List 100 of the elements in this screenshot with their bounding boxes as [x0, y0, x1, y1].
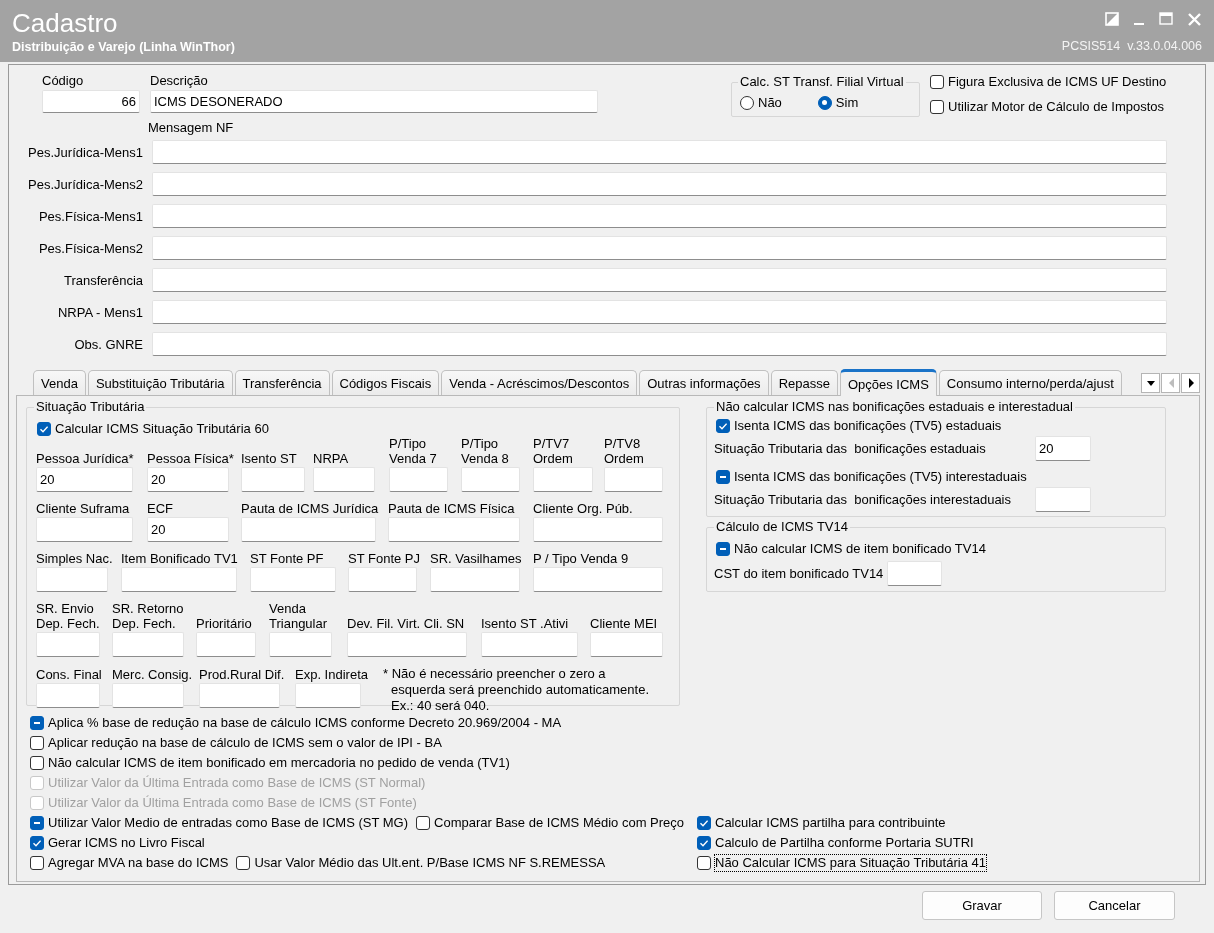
field-label: Dev. Fil. Virt. Cli. SN [347, 615, 465, 631]
text-field[interactable] [533, 566, 663, 592]
text-field[interactable]: 20 [147, 516, 229, 542]
close-icon[interactable] [1187, 11, 1202, 27]
text-field[interactable]: 20 [36, 466, 133, 492]
dialog-button[interactable]: Cancelar [1054, 891, 1175, 920]
checkbox[interactable]: Aplicar redução na base de cálculo de ICMS sem o valor de IPI - BA [30, 735, 442, 751]
text-field[interactable] [269, 631, 332, 657]
checkbox[interactable]: Isenta ICMS das bonificações (TV5) estaduais [716, 418, 1002, 434]
text-field[interactable] [152, 204, 1167, 228]
tab[interactable]: Opções ICMS [839, 369, 937, 396]
text-field[interactable] [388, 516, 520, 542]
radio-button[interactable]: Sim [817, 90, 859, 115]
text-field[interactable] [430, 566, 520, 592]
text-field[interactable] [112, 631, 184, 657]
tab[interactable]: Venda - Acréscimos/Descontos [441, 370, 638, 395]
tab[interactable]: Venda [33, 370, 86, 395]
text-field[interactable] [533, 466, 593, 492]
text-field[interactable]: 20 [147, 466, 229, 492]
field-label: Cliente Suframa [36, 500, 130, 516]
caret-down-icon [1145, 378, 1156, 388]
text-field[interactable] [348, 566, 417, 592]
text-field[interactable] [1035, 487, 1091, 512]
text-field[interactable] [152, 300, 1167, 324]
text-field[interactable] [295, 682, 361, 708]
checkbox[interactable]: Figura Exclusiva de ICMS UF Destino [930, 74, 1167, 90]
field-label: Pessoa Jurídica* [36, 450, 134, 466]
text-field[interactable] [152, 332, 1167, 356]
checkbox[interactable]: Isenta ICMS das bonificações (TV5) interestaduais [716, 469, 1027, 485]
field-label: Isento ST .Ativi [481, 615, 569, 631]
window-mode-icon[interactable] [1105, 12, 1119, 26]
field-label: P / Tipo Venda 9 [533, 550, 629, 566]
field-label: SR. Vasilhames [430, 550, 522, 566]
dialog-button[interactable]: Gravar [922, 891, 1042, 920]
checkbox[interactable]: Comparar Base de ICMS Médio com Preço [416, 815, 685, 831]
tab[interactable]: Consumo interno/perda/ajust [938, 370, 1122, 395]
window-subtitle: Distribuição e Varejo (Linha WinThor) [12, 40, 235, 54]
text-field[interactable] [36, 631, 100, 657]
text-field[interactable] [112, 682, 184, 708]
checkbox[interactable]: Calcular ICMS partilha para contribuinte [697, 815, 946, 831]
tab-list-button[interactable] [1141, 373, 1160, 393]
text-field[interactable] [250, 566, 336, 592]
text-field[interactable] [121, 566, 237, 592]
note-text: * Não é necessário preencher o zero a esquerda será preenchido automaticamente. Ex.: 40 será 040. [383, 665, 649, 714]
text-field[interactable] [347, 631, 467, 657]
text-field[interactable] [533, 516, 663, 542]
checkbox[interactable]: Utilizar Valor Medio de entradas como Base de ICMS (ST MG) [30, 815, 409, 831]
minus-icon [720, 476, 726, 478]
text-field[interactable] [604, 466, 663, 492]
text-field[interactable] [36, 516, 133, 542]
text-field[interactable] [461, 466, 520, 492]
text-field[interactable] [152, 140, 1167, 164]
text-field[interactable] [36, 566, 108, 592]
text-field[interactable] [241, 466, 305, 492]
tab[interactable]: Transferência [234, 370, 330, 395]
checkbox[interactable]: Usar Valor Médio das Ult.ent. P/Base ICMS NF S.REMESSA [236, 855, 606, 871]
field-label: Pes.Física-Mens2 [37, 240, 144, 256]
text-field[interactable] [481, 631, 578, 657]
group-title: Calc. ST Transf. Filial Virtual [739, 75, 905, 89]
checkbox[interactable]: Calculo de Partilha conforme Portaria SUTRI [697, 835, 974, 851]
checkbox[interactable]: Não Calcular ICMS para Situação Tributária 41 [697, 855, 986, 871]
checkmark-icon [40, 425, 48, 433]
checkbox[interactable]: Aplica % base de redução na base de cálculo ICMS conforme Decreto 20.969/2004 - MA [30, 715, 562, 731]
checkbox[interactable]: Não calcular ICMS de item bonificado TV14 [716, 541, 986, 557]
text-field[interactable] [152, 268, 1167, 292]
field-label: Pauta de ICMS Jurídica [241, 500, 379, 516]
text-field[interactable] [152, 236, 1167, 260]
field-label: Código [42, 73, 85, 88]
field-label: Pes.Jurídica-Mens2 [27, 176, 144, 192]
window-title: Cadastro [12, 8, 119, 38]
text-field[interactable] [241, 516, 376, 542]
text-field[interactable] [590, 631, 663, 657]
text-field[interactable]: ICMS DESONERADO [150, 90, 598, 113]
text-field[interactable] [152, 172, 1167, 196]
checkbox[interactable]: Agregar MVA na base do ICMS [30, 855, 229, 871]
text-field[interactable] [36, 682, 100, 708]
field-label: Isento ST [241, 450, 297, 466]
group-title: Cálculo de ICMS TV14 [715, 520, 849, 534]
field-label: Item Bonificado TV1 [121, 550, 238, 566]
maximize-icon[interactable] [1159, 12, 1173, 26]
checkbox[interactable]: Gerar ICMS no Livro Fiscal [30, 835, 205, 851]
tab[interactable]: Substituição Tributária [87, 370, 233, 395]
text-field[interactable]: 66 [42, 90, 140, 113]
tab[interactable]: Repasse [770, 370, 838, 395]
text-field[interactable] [199, 682, 280, 708]
section-label: Mensagem NF [148, 121, 235, 135]
checkbox[interactable]: Utilizar Motor de Cálculo de Impostos [930, 99, 1165, 115]
field-label: Situação Tributaria das bonificações interestaduais [714, 492, 1012, 507]
text-field[interactable]: 20 [1035, 436, 1091, 461]
tab[interactable]: Códigos Fiscais [331, 370, 440, 395]
field-label: Prod.Rural Dif. [199, 666, 285, 682]
text-field[interactable] [389, 466, 448, 492]
tab[interactable]: Outras informações [639, 370, 769, 395]
radio-button[interactable]: Não [740, 90, 782, 115]
scroll-right-button[interactable] [1181, 373, 1200, 393]
text-field[interactable] [313, 466, 375, 492]
text-field[interactable] [887, 561, 943, 586]
text-field[interactable] [196, 631, 256, 657]
checkbox[interactable]: Calcular ICMS Situação Tributária 60 [37, 421, 269, 437]
checkbox[interactable]: Não calcular ICMS de item bonificado em mercadoria no pedido de venda (TV1) [30, 755, 510, 771]
